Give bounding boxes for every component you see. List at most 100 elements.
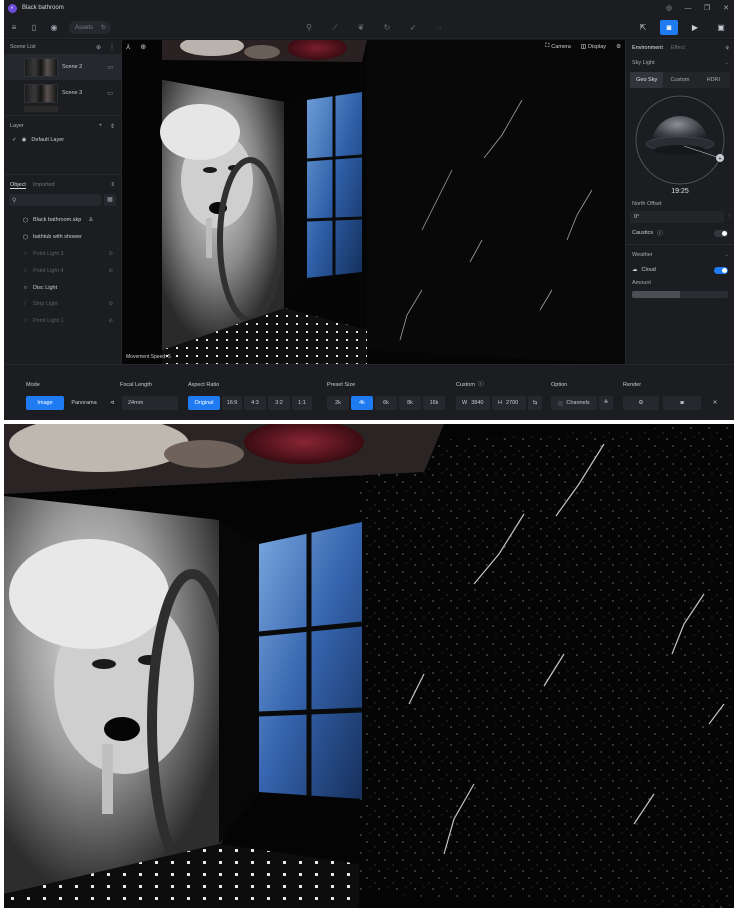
select-icon[interactable]: ➶ (408, 23, 418, 32)
object-item[interactable]: ♁ Point Light 4 ⊘ (4, 262, 121, 279)
preset-6k-button[interactable]: 6k (375, 396, 397, 410)
preset-4k-button[interactable]: 4k (351, 396, 373, 410)
option-settings-icon[interactable]: ≚ (599, 396, 613, 410)
collapse-icon[interactable]: ⇕ (110, 182, 115, 188)
3d-viewport[interactable]: ⅄ ⊕ ⛶ Camera ◫ Display ⚙ Movement Speed:… (122, 40, 625, 364)
measure-icon[interactable]: ⟋ (330, 23, 340, 33)
menu-icon[interactable]: ≡ (9, 23, 19, 32)
info-icon[interactable]: ⓘ (657, 229, 663, 237)
light-bulb-icon: ♁ (23, 267, 28, 274)
divider (626, 244, 734, 245)
assets-button[interactable]: Assets ↻ (69, 21, 111, 34)
focus-icon[interactable]: ⊕ (140, 43, 146, 51)
preset-2k-button[interactable]: 2k (327, 396, 349, 410)
tab-imported[interactable]: Imported (33, 182, 55, 188)
new-file-icon[interactable]: ▯ (29, 23, 39, 32)
more-icon[interactable]: ⋮ (727, 214, 733, 220)
render-settings-button[interactable]: ⚙ (623, 396, 659, 410)
aspect-4-3-button[interactable]: 4:3 (244, 396, 266, 410)
tab-effect[interactable]: Effect (671, 45, 685, 51)
leaf-icon[interactable]: ❦ (356, 23, 366, 32)
pin-icon[interactable]: ⚲ (304, 23, 314, 32)
screen-icon[interactable]: ▭ (107, 90, 113, 97)
object-item[interactable]: ⬡ bathtub with shower (4, 229, 121, 246)
collapse-icon[interactable]: ⇕ (110, 123, 115, 130)
focal-length-group: Focal Length ⊲ 24mm (110, 380, 178, 410)
object-name: Disc Light (33, 284, 58, 291)
sky-dome-widget[interactable]: + (634, 94, 726, 186)
hidden-eye-icon[interactable]: ⊘ (108, 318, 113, 324)
sync-icon[interactable]: ◉ (49, 23, 59, 32)
object-item[interactable]: ♁ Point Light 3 ⊘ (4, 246, 121, 263)
hidden-eye-icon[interactable]: ⊘ (108, 251, 113, 257)
tab-object[interactable]: Object (10, 182, 26, 189)
preset-16k-button[interactable]: 16k (423, 396, 445, 410)
add-scene-icon[interactable]: ⊕ (96, 44, 101, 51)
checkbox-icon[interactable] (558, 400, 564, 406)
scene-item[interactable]: Scene 2 ▭ (4, 54, 121, 80)
chevron-down-icon: ⌄ (724, 60, 729, 66)
maximize-icon[interactable]: ❐ (703, 4, 711, 12)
support-icon[interactable]: ◎ (665, 4, 673, 12)
pin-icon[interactable]: ⚘ (725, 45, 730, 52)
tab-environment[interactable]: Environment (632, 45, 663, 51)
north-offset-input[interactable]: 0° ⋮ (630, 211, 732, 223)
sky-mode-geo-sky[interactable]: Geo Sky (630, 72, 664, 88)
rotate-icon[interactable]: ↻ (382, 23, 392, 32)
object-search-input[interactable]: ⚲ (9, 194, 101, 206)
grid-view-icon[interactable]: ▦ (104, 194, 116, 206)
gallery-icon[interactable]: ▣ (712, 20, 730, 35)
person-icon[interactable]: ♙ (88, 217, 93, 223)
render-button[interactable]: ◙ (663, 396, 701, 410)
custom-height-input[interactable]: H 2700 (492, 396, 526, 410)
swap-dimensions-icon[interactable]: ⇆ (528, 396, 542, 410)
screen-icon[interactable]: ▭ (107, 64, 113, 71)
camera-menu[interactable]: ⛶ Camera (545, 43, 570, 50)
object-item[interactable]: ⬡ Black bathroom.skp ♙ (4, 212, 121, 229)
cloud-toggle[interactable] (714, 266, 728, 274)
more-icon[interactable]: ⋮ (109, 44, 115, 51)
info-icon[interactable]: ⓘ (478, 380, 484, 390)
aspect-1-1-button[interactable]: 1:1 (292, 396, 312, 410)
minimize-icon[interactable]: — (684, 5, 692, 12)
focal-length-input[interactable]: 24mm (122, 396, 178, 410)
eye-icon[interactable]: ◉ (22, 137, 27, 143)
object-item[interactable]: ♁ Point Light 1 ⊘ (4, 313, 121, 330)
layer-item[interactable]: ✓ ◉ Default Layer (4, 133, 121, 147)
scene-thumbnail (24, 57, 58, 77)
aspect-original-button[interactable]: Original (188, 396, 220, 410)
display-menu[interactable]: ◫ Display (581, 44, 606, 50)
scene-item[interactable]: Scene 3 ▭ (4, 80, 121, 106)
camera-render-icon[interactable]: ◙ (660, 20, 678, 35)
sky-mode-hdri[interactable]: HDRI (697, 72, 730, 88)
aspect-16-9-button[interactable]: 16:9 (222, 396, 242, 410)
sky-mode-custom[interactable]: Custom (663, 72, 696, 88)
aspect-3-2-button[interactable]: 3:2 (268, 396, 290, 410)
object-item[interactable]: ⁄ Strip Light ⊘ (4, 296, 121, 313)
hidden-eye-icon[interactable]: ⊘ (108, 301, 113, 307)
sky-light-header[interactable]: Sky Light ⌄ (626, 56, 734, 70)
weather-header[interactable]: Weather ⌄ (626, 248, 734, 262)
amount-slider[interactable] (632, 291, 728, 298)
object-item[interactable]: ○ Disc Light (4, 279, 121, 296)
model-icon: ⬡ (22, 217, 29, 224)
caustics-toggle[interactable] (714, 229, 728, 237)
channels-button[interactable]: Channels (551, 396, 597, 410)
render-settings-icon[interactable]: ⚙ (616, 44, 621, 50)
mode-image-button[interactable]: Image (26, 396, 64, 410)
preset-size-group: Preset Size 2k 4k 6k 8k 16k (327, 380, 445, 410)
focal-length-label: Focal Length (120, 382, 152, 388)
custom-size-label: Custom (456, 382, 475, 388)
globe-icon[interactable]: ◌ (434, 23, 444, 32)
chevron-down-icon: ⌄ (724, 252, 729, 258)
hidden-eye-icon[interactable]: ⊘ (108, 268, 113, 274)
close-icon[interactable]: ✕ (722, 4, 730, 12)
custom-width-input[interactable]: W 3840 (456, 396, 490, 410)
axis-gizmo-icon[interactable]: ⅄ (126, 43, 130, 51)
preset-8k-button[interactable]: 8k (399, 396, 421, 410)
mode-panorama-button[interactable]: Panorama (66, 396, 102, 410)
close-render-icon[interactable]: ✕ (705, 396, 725, 410)
add-layer-icon[interactable]: + (98, 123, 102, 130)
export-icon[interactable]: ⇱ (634, 20, 652, 35)
video-icon[interactable]: ▶ (686, 20, 704, 35)
